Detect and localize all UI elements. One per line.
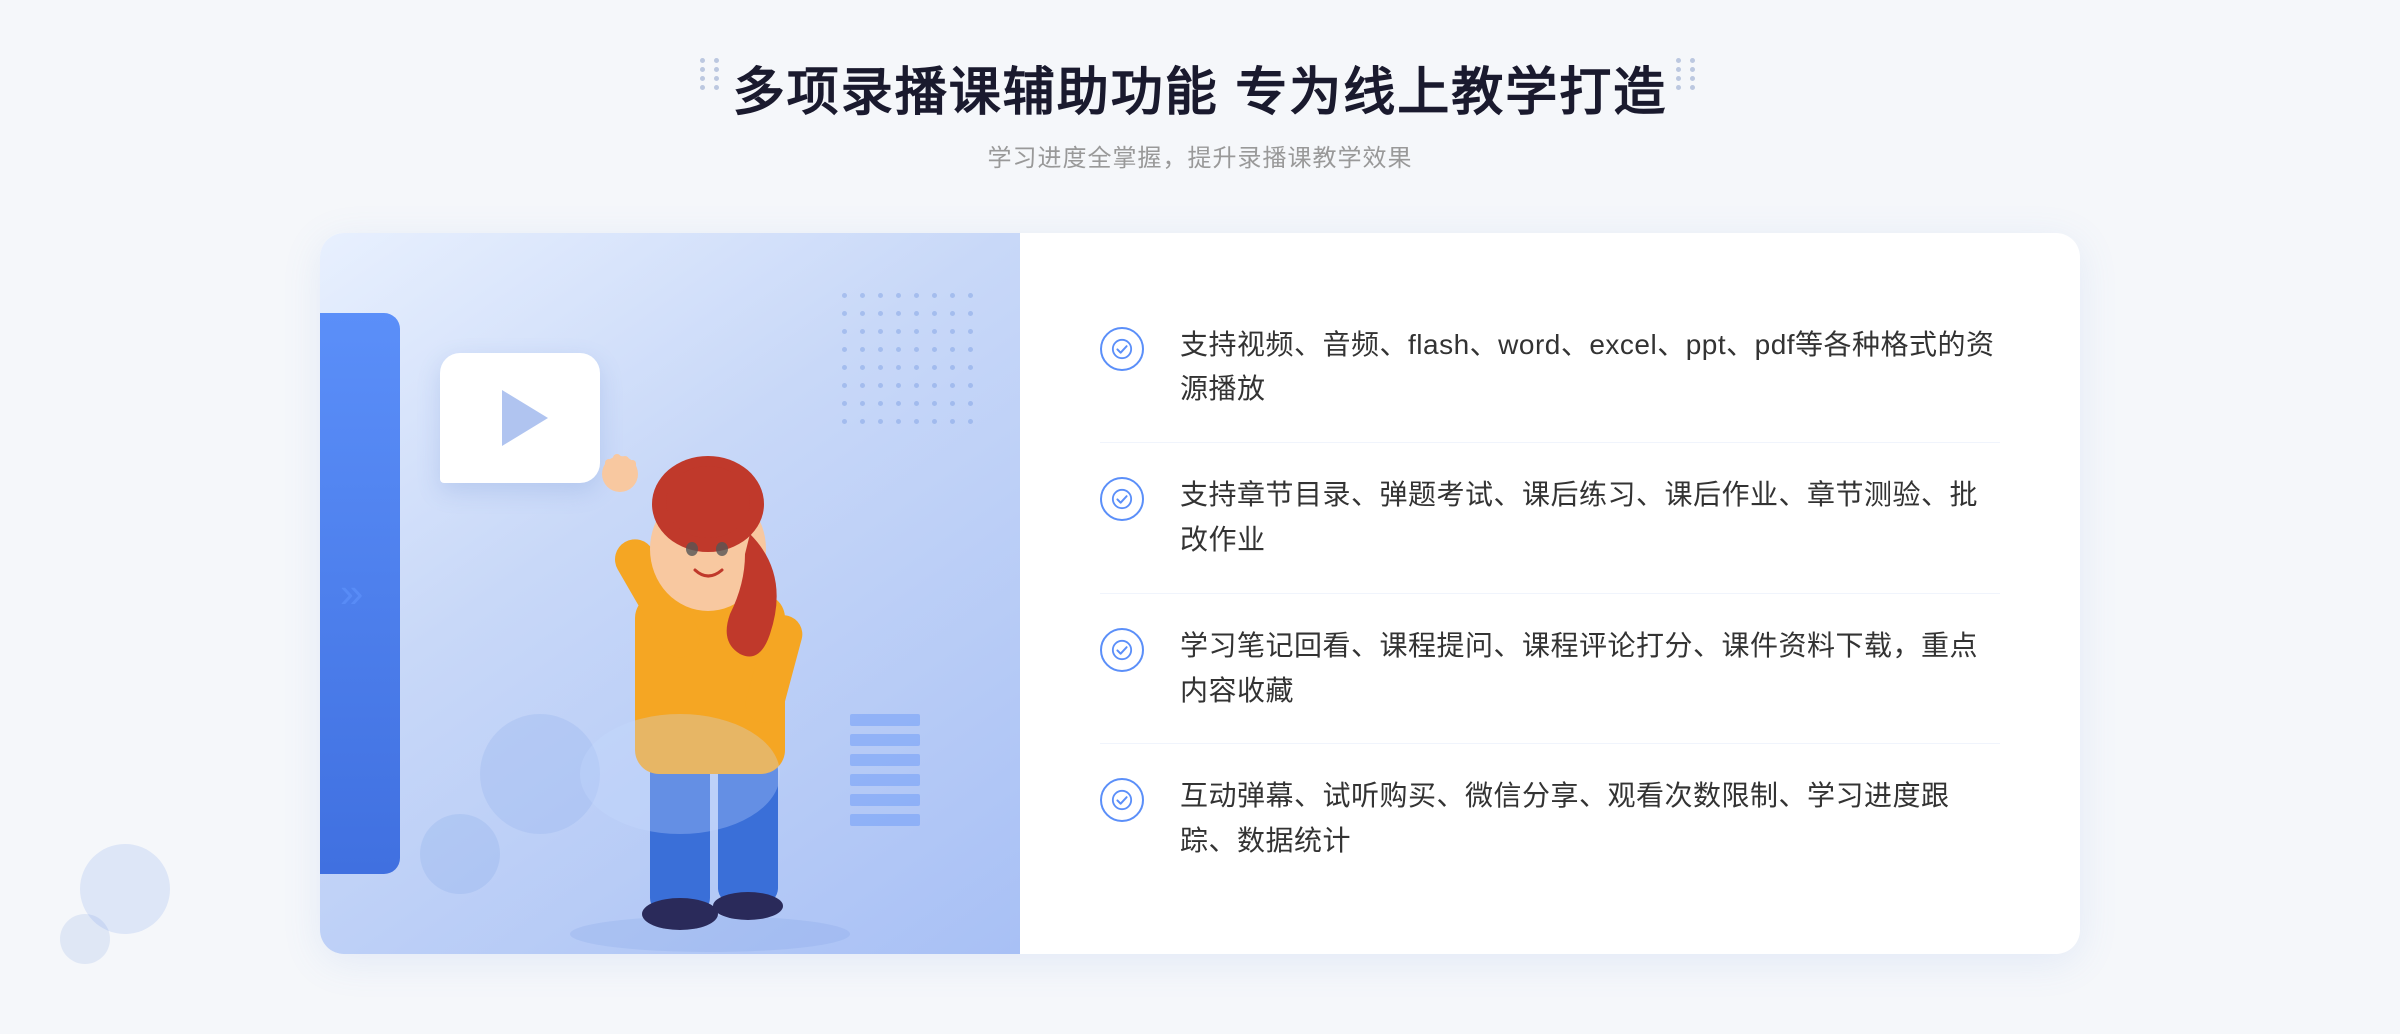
dots-left-deco — [700, 58, 724, 82]
header-section: 多项录播课辅助功能 专为线上教学打造 学习进度全掌握，提升录播课教学效果 — [733, 60, 1667, 173]
illustration-figure — [440, 374, 1020, 954]
content-card: » — [320, 233, 2080, 954]
feature-text-3: 学习笔记回看、课程提问、课程评论打分、课件资料下载，重点内容收藏 — [1180, 624, 2000, 714]
dots-right-deco — [1676, 58, 1700, 82]
feature-text-2: 支持章节目录、弹题考试、课后练习、课后作业、章节测验、批改作业 — [1180, 473, 2000, 563]
feature-item-4: 互动弹幕、试听购买、微信分享、观看次数限制、学习进度跟踪、数据统计 — [1100, 744, 2000, 894]
check-icon-4 — [1100, 778, 1144, 822]
feature-item-2: 支持章节目录、弹题考试、课后练习、课后作业、章节测验、批改作业 — [1100, 443, 2000, 594]
stripes-deco — [850, 714, 920, 834]
feature-text-4: 互动弹幕、试听购买、微信分享、观看次数限制、学习进度跟踪、数据统计 — [1180, 774, 2000, 864]
main-title: 多项录播课辅助功能 专为线上教学打造 — [733, 60, 1667, 128]
sub-title: 学习进度全掌握，提升录播课教学效果 — [733, 138, 1667, 173]
feature-text-1: 支持视频、音频、flash、word、excel、ppt、pdf等各种格式的资源… — [1180, 323, 2000, 413]
feature-item-1: 支持视频、音频、flash、word、excel、ppt、pdf等各种格式的资源… — [1100, 293, 2000, 444]
right-features-panel: 支持视频、音频、flash、word、excel、ppt、pdf等各种格式的资源… — [1020, 233, 2080, 954]
page-container: 多项录播课辅助功能 专为线上教学打造 学习进度全掌握，提升录播课教学效果 — [0, 0, 2400, 1034]
check-icon-2 — [1100, 477, 1144, 521]
left-illustration-panel: » — [320, 233, 1020, 954]
outer-circle-deco-2 — [60, 914, 110, 964]
feature-item-3: 学习笔记回看、课程提问、课程评论打分、课件资料下载，重点内容收藏 — [1100, 594, 2000, 745]
chevron-left-deco: » — [340, 569, 363, 617]
check-icon-3 — [1100, 628, 1144, 672]
check-icon-1 — [1100, 327, 1144, 371]
